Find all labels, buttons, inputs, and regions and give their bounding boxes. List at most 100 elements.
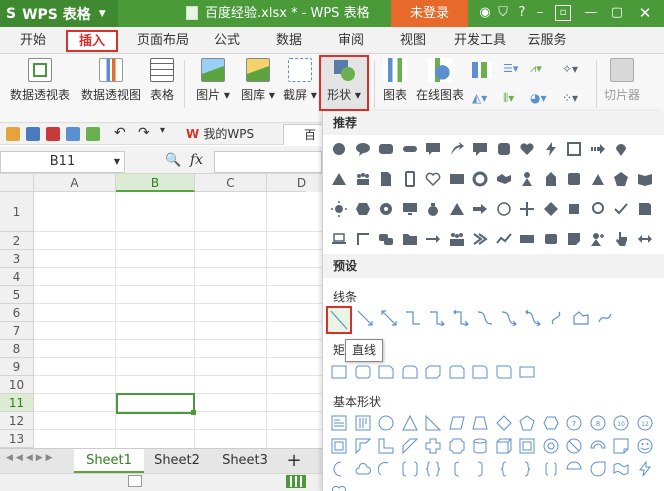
location-pin-icon[interactable] <box>612 140 630 158</box>
diagonal-stripe-icon[interactable] <box>401 437 419 455</box>
handshake-icon[interactable] <box>495 170 513 188</box>
oval-icon[interactable] <box>377 414 395 432</box>
freeform-icon[interactable] <box>572 309 590 327</box>
text-box-icon[interactable] <box>330 414 348 432</box>
checkmark-icon[interactable] <box>612 200 630 218</box>
screenshot-button[interactable]: 截屏 ▾ <box>282 58 318 103</box>
row-header-3[interactable]: 3 <box>0 250 34 268</box>
half-frame-icon[interactable] <box>354 437 372 455</box>
corner-bracket-icon[interactable] <box>354 230 372 248</box>
cell-reference-box[interactable]: B11 ▼ <box>0 151 125 173</box>
rect-wide-icon[interactable] <box>518 230 536 248</box>
round-single-corner-rect-icon[interactable] <box>471 363 489 381</box>
chart-button[interactable]: 图表 <box>380 58 410 103</box>
no-symbol-icon[interactable] <box>565 437 583 455</box>
lightning-outline-icon[interactable] <box>636 460 654 478</box>
undo-icon[interactable]: ↶ <box>114 125 126 141</box>
row-header-1[interactable]: 1 <box>0 192 34 232</box>
app-menu-button[interactable]: S WPS 表格 ▼ <box>0 0 118 27</box>
area-chart-icon[interactable]: ◭▾ <box>472 91 496 107</box>
row-header-11[interactable]: 11 <box>0 394 34 412</box>
striped-arrow-icon[interactable] <box>589 140 607 158</box>
round-diagonal-rect-icon[interactable] <box>495 363 513 381</box>
donut-icon[interactable] <box>542 437 560 455</box>
skin-icon[interactable]: ◉ <box>476 4 494 22</box>
folded-corner-icon[interactable] <box>565 230 583 248</box>
online-chart-button[interactable]: 在线图表 <box>414 58 466 103</box>
diamond-outline-icon[interactable] <box>495 414 513 432</box>
pentagon-icon[interactable] <box>612 170 630 188</box>
curved-arrow-icon[interactable] <box>448 140 466 158</box>
pie-chart-icon[interactable]: ◕▾ <box>530 91 556 107</box>
plaque-icon[interactable] <box>448 437 466 455</box>
pivot-chart-button[interactable]: 数据透视图 <box>80 58 142 103</box>
trapezoid-icon[interactable] <box>471 414 489 432</box>
parallelogram-icon[interactable] <box>448 414 466 432</box>
circle-icon[interactable] <box>330 140 348 158</box>
snip-diagonal-rect-icon[interactable] <box>424 363 442 381</box>
decagon-icon[interactable]: 10 <box>612 414 630 432</box>
formula-input[interactable] <box>214 151 322 173</box>
rounded-rect-small-icon[interactable] <box>542 230 560 248</box>
rounded-box-icon[interactable] <box>565 170 583 188</box>
ring-icon[interactable] <box>471 170 489 188</box>
mobile-phone-icon[interactable] <box>401 170 419 188</box>
table-button[interactable]: 表格 <box>148 58 176 103</box>
right-brace-icon[interactable] <box>518 460 536 478</box>
gear-icon[interactable] <box>377 200 395 218</box>
frame-icon[interactable] <box>330 437 348 455</box>
heptagon-icon[interactable]: 7 <box>565 414 583 432</box>
column-header-b[interactable]: B <box>116 174 195 192</box>
tab-page-layout[interactable]: 页面布局 <box>130 27 196 54</box>
column-header-c[interactable]: C <box>195 174 267 192</box>
workbook-tab[interactable]: 百度 <box>283 124 323 163</box>
row-header-12[interactable]: 12 <box>0 412 34 430</box>
callout-oval-icon[interactable] <box>354 140 372 158</box>
folded-corner-outline-icon[interactable] <box>612 437 630 455</box>
monitor-icon[interactable] <box>401 200 419 218</box>
hexagon-icon[interactable] <box>354 200 372 218</box>
slicer-button[interactable]: 切片器 <box>602 58 642 103</box>
rect-outline-icon[interactable] <box>330 363 348 381</box>
wave-icon[interactable] <box>612 460 630 478</box>
open-book-icon[interactable] <box>636 170 654 188</box>
brace-pair-icon[interactable] <box>542 460 560 478</box>
callout-rect-icon[interactable] <box>471 140 489 158</box>
folder-icon[interactable] <box>401 230 419 248</box>
sheet-tab-3[interactable]: Sheet3 <box>212 449 278 473</box>
rounded-square-icon[interactable] <box>495 140 513 158</box>
redo-icon[interactable]: ↷ <box>138 125 150 141</box>
row-header-10[interactable]: 10 <box>0 376 34 394</box>
teardrop-icon[interactable] <box>589 460 607 478</box>
heart-outline-icon[interactable] <box>424 170 442 188</box>
row-header-6[interactable]: 6 <box>0 304 34 322</box>
triangle-small-icon[interactable] <box>589 170 607 188</box>
save-icon[interactable] <box>26 127 40 141</box>
circle-outline-icon[interactable] <box>495 200 513 218</box>
row-header-8[interactable]: 8 <box>0 340 34 358</box>
curve-icon[interactable] <box>548 309 566 327</box>
tab-insert[interactable]: 插入 <box>66 30 118 52</box>
maximize-window-icon[interactable]: ▢ <box>608 4 626 22</box>
capsule-icon[interactable] <box>401 140 419 158</box>
trend-line-icon[interactable] <box>495 230 513 248</box>
plus-icon[interactable] <box>518 200 536 218</box>
double-arrow-icon[interactable] <box>636 230 654 248</box>
tab-home[interactable]: 开始 <box>10 27 56 54</box>
customize-toolbar-icon[interactable]: ▾ <box>160 125 165 136</box>
tab-cloud[interactable]: 云服务 <box>522 27 572 54</box>
elbow-double-arrow-connector-icon[interactable] <box>452 309 470 327</box>
team-icon[interactable] <box>448 230 466 248</box>
triangle-up-icon[interactable] <box>448 200 466 218</box>
restore-icon[interactable]: ▫ <box>555 5 571 21</box>
right-bracket-icon[interactable] <box>471 460 489 478</box>
page-view-icon[interactable] <box>128 475 142 487</box>
chat-bubbles-icon[interactable] <box>377 230 395 248</box>
people-group-icon[interactable] <box>354 170 372 188</box>
my-wps-tab[interactable]: W 我的WPS <box>180 124 260 145</box>
line-chart-icon[interactable]: ⩘▾ <box>530 62 556 78</box>
tshirt-icon[interactable]: ⛉ <box>494 4 512 22</box>
double-arrow-line-icon[interactable] <box>380 309 398 327</box>
help-icon[interactable]: ? <box>513 4 531 22</box>
cloud-icon[interactable] <box>354 460 372 478</box>
